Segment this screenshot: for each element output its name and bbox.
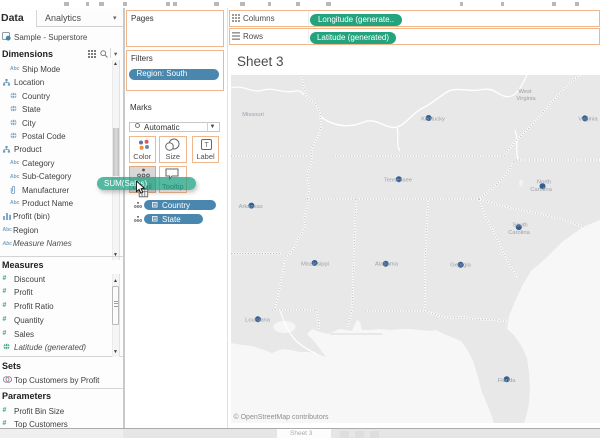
svg-text:Carolina: Carolina xyxy=(508,230,530,236)
svg-text:Kentucky: Kentucky xyxy=(421,117,445,123)
svg-text:North: North xyxy=(537,180,551,186)
svg-text:Virginia: Virginia xyxy=(516,96,536,102)
svg-text:Louisiana: Louisiana xyxy=(245,318,271,324)
svg-text:South: South xyxy=(512,223,527,229)
svg-text:Alabama: Alabama xyxy=(375,262,399,268)
svg-text:Virginia: Virginia xyxy=(578,117,598,123)
svg-text:Missouri: Missouri xyxy=(242,112,264,118)
svg-text:Arkansas: Arkansas xyxy=(239,204,263,210)
svg-text:Georgia: Georgia xyxy=(450,263,471,269)
svg-text:Mississippi: Mississippi xyxy=(301,262,329,268)
svg-text:Florida: Florida xyxy=(498,378,516,384)
svg-text:West: West xyxy=(518,89,531,95)
svg-text:Tennessee: Tennessee xyxy=(384,178,412,184)
svg-text:T: T xyxy=(204,142,209,149)
svg-text:Carolina: Carolina xyxy=(530,187,552,193)
